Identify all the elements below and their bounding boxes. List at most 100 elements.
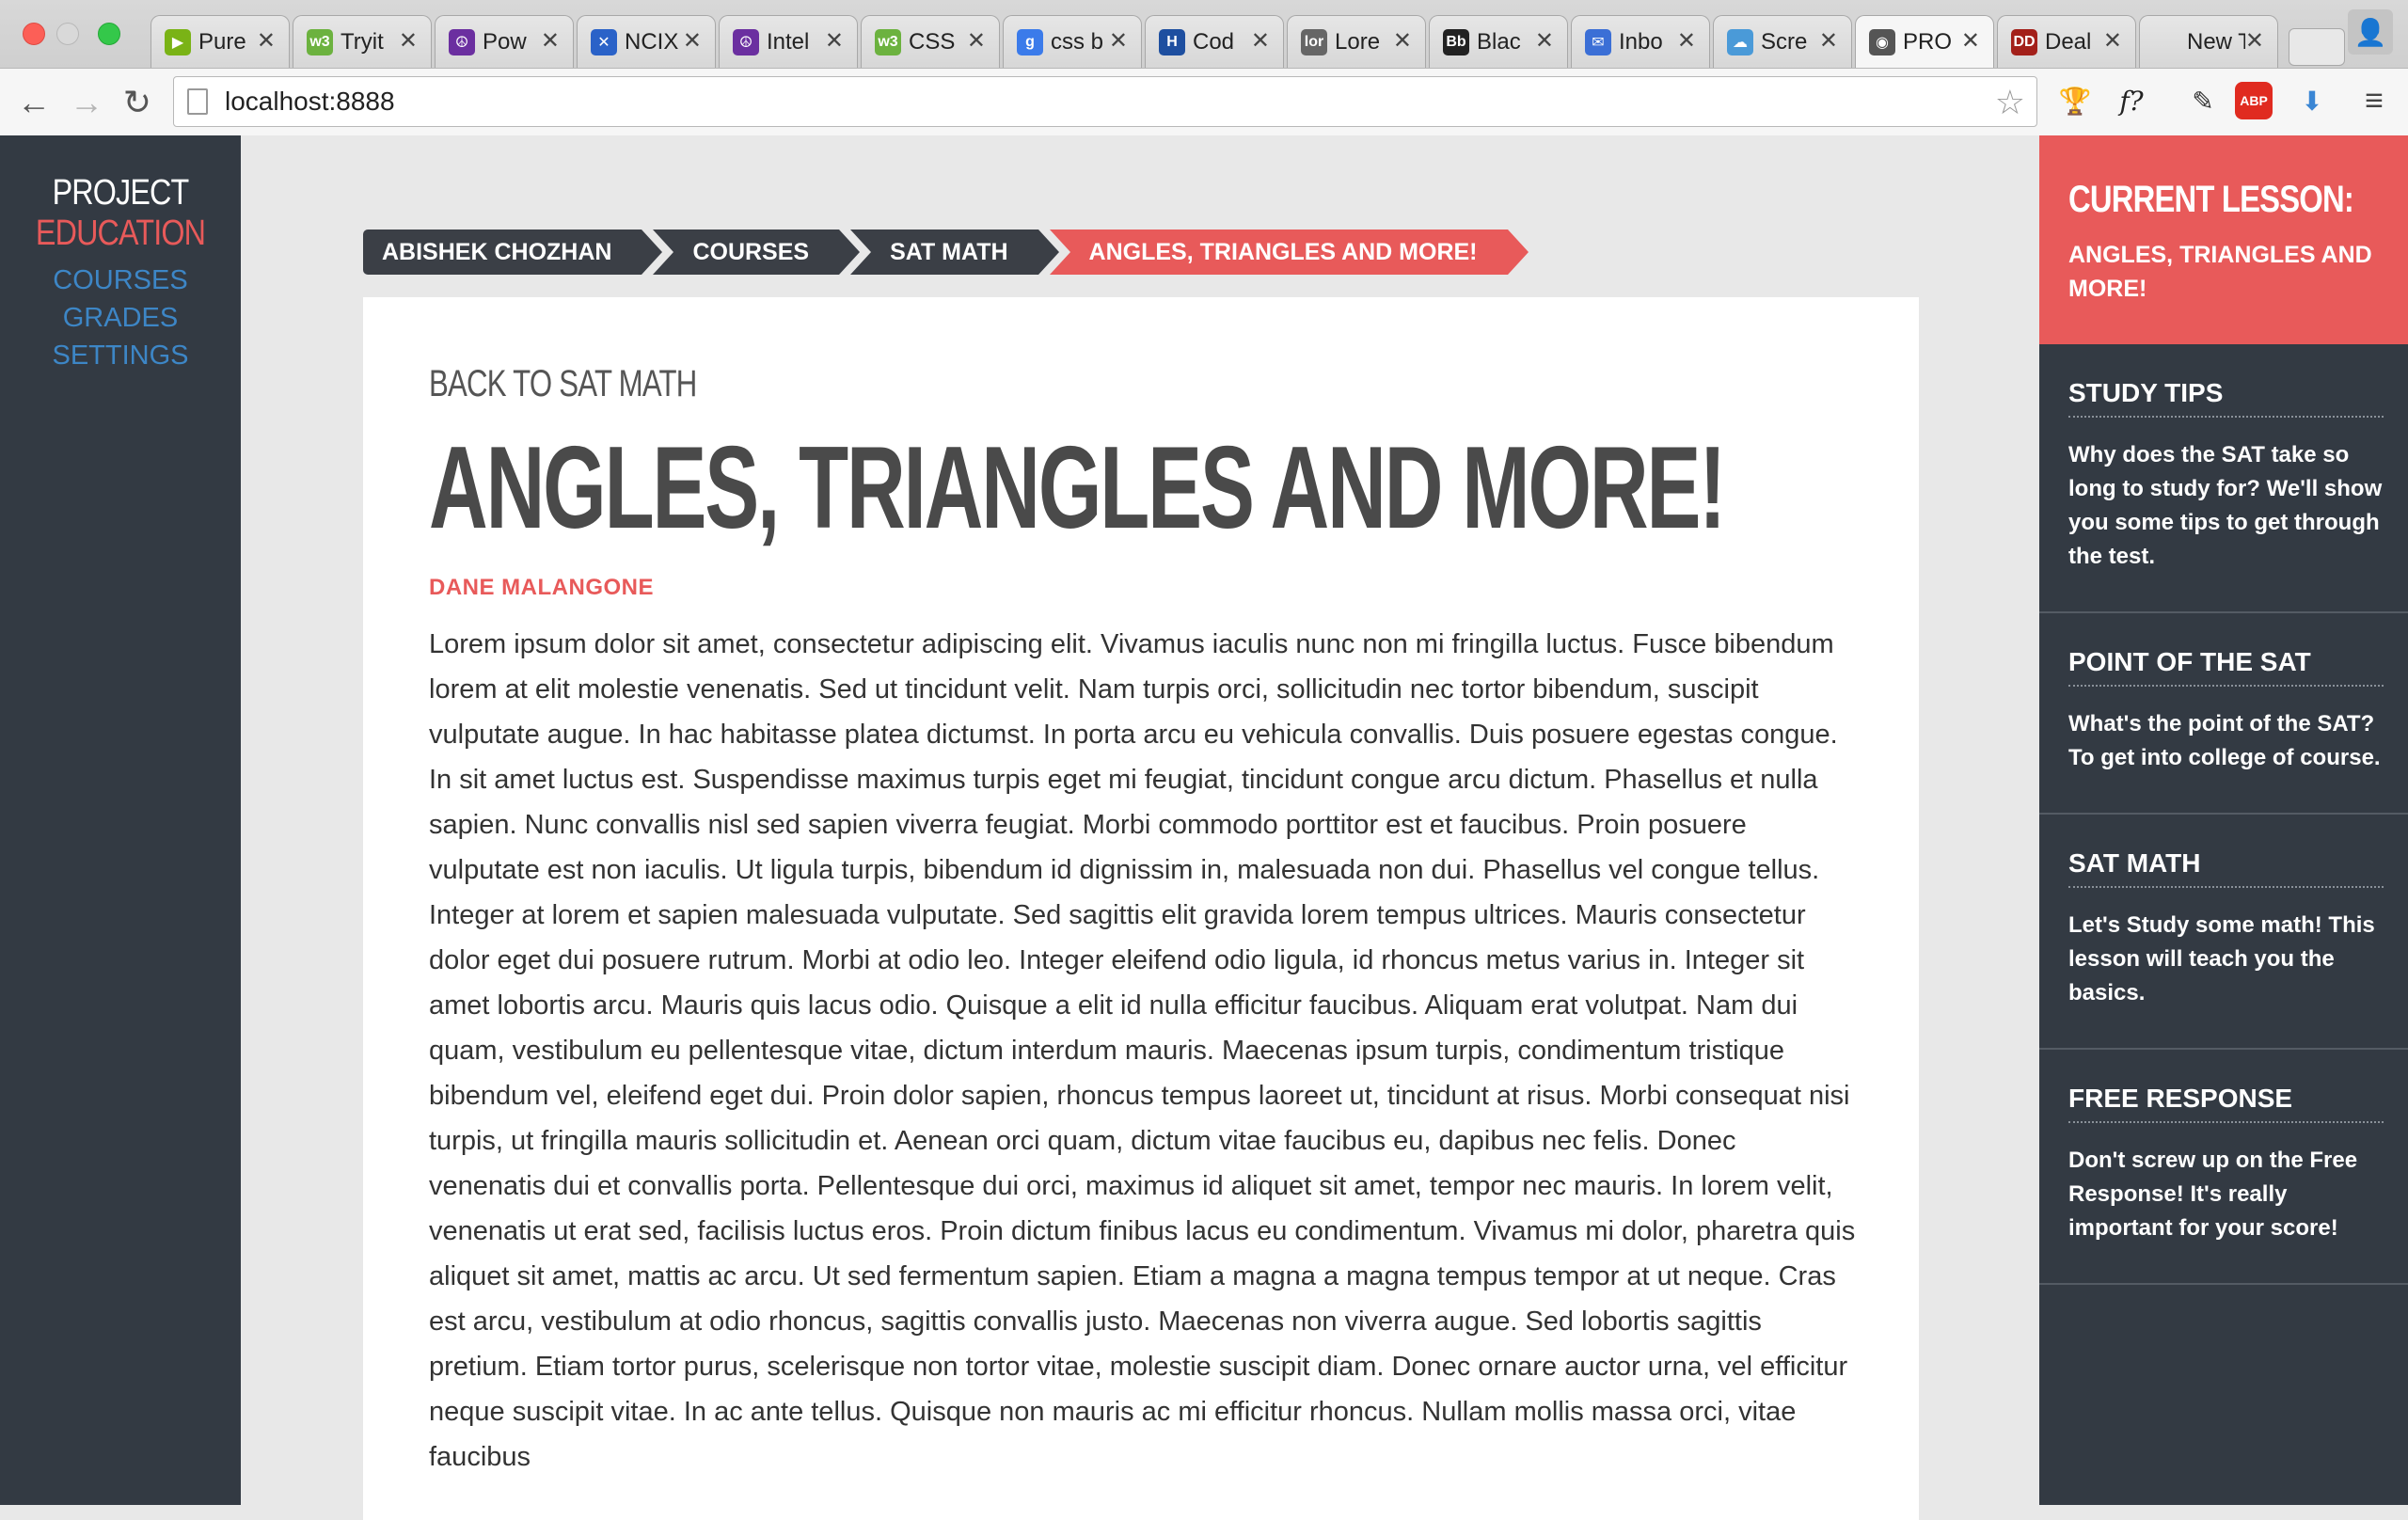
tab-title: Intel	[767, 28, 810, 55]
tab-title: Tryit	[341, 28, 384, 55]
tab-favicon-icon: lor	[1301, 28, 1327, 55]
browser-tab[interactable]: ☮ Pow ✕	[435, 15, 574, 68]
tab-title: Inbo	[1619, 28, 1663, 55]
browser-tab[interactable]: ▶ Pure ✕	[150, 15, 290, 68]
tab-close-icon[interactable]: ✕	[2245, 27, 2264, 55]
eyedropper-extension-icon[interactable]: ✎	[2182, 80, 2224, 121]
adblock-extension-icon[interactable]: ABP	[2233, 80, 2274, 121]
tab-favicon-icon: ▶	[165, 28, 191, 55]
breadcrumb-courses[interactable]: COURSES	[653, 230, 860, 275]
tab-favicon-icon: ☮	[449, 28, 475, 55]
sidebar-item-desc: What's the point of the SAT? To get into…	[2068, 711, 2381, 770]
tab-title: Pow	[483, 28, 527, 55]
browser-tab[interactable]: g css b ✕	[1003, 15, 1142, 68]
browser-tab[interactable]: ☮ Intel ✕	[719, 15, 858, 68]
profile-icon[interactable]: 👤	[2348, 9, 2393, 55]
breadcrumb: ABISHEK CHOZHAN COURSES SAT MATH ANGLES,…	[363, 230, 1529, 275]
lesson-sidebar: CURRENT LESSON: ANGLES, TRIANGLES AND MO…	[2039, 135, 2408, 1505]
tab-close-icon[interactable]: ✕	[1961, 27, 1980, 55]
sidebar-item-desc: Don't screw up on the Free Response! It'…	[2068, 1148, 2358, 1241]
sidebar-item-desc: Let's Study some math! This lesson will …	[2068, 912, 2375, 1005]
logo-project: PROJECT	[52, 173, 190, 213]
font-extension-icon[interactable]: f?	[2111, 80, 2152, 121]
back-to-sat-math-link[interactable]: BACK TO SAT MATH	[429, 363, 1540, 405]
tab-close-icon[interactable]: ✕	[541, 27, 560, 55]
tab-title: CSS	[909, 28, 956, 55]
tab-close-icon[interactable]: ✕	[967, 27, 986, 55]
tab-close-icon[interactable]: ✕	[825, 27, 844, 55]
tab-favicon-icon: Bb	[1443, 28, 1469, 55]
browser-tab[interactable]: lor Lore ✕	[1287, 15, 1426, 68]
tab-title: Blac	[1477, 28, 1521, 55]
tab-close-icon[interactable]: ✕	[257, 27, 276, 55]
browser-tab[interactable]: DD Deal ✕	[1997, 15, 2136, 68]
minimize-window-button[interactable]	[56, 23, 79, 45]
tab-favicon-icon: ☁	[1727, 28, 1753, 55]
address-bar[interactable]: localhost:8888 ☆	[173, 76, 2037, 127]
main-content: ABISHEK CHOZHAN COURSES SAT MATH ANGLES,…	[241, 135, 2039, 1520]
sidebar-item-title: POINT OF THE SAT	[2068, 647, 2384, 687]
tab-favicon-icon: ✕	[591, 28, 617, 55]
back-arrow-icon[interactable]: ←	[13, 82, 55, 123]
new-tab-button[interactable]	[2289, 28, 2345, 66]
screenshot-extension-icon[interactable]: ⬇	[2291, 80, 2333, 121]
browser-toolbar: ← → ↻ localhost:8888 ☆ 🏆 f? ✎ ABP ⬇ ≡	[0, 68, 2408, 135]
browser-tab[interactable]: H Cod ✕	[1145, 15, 1284, 68]
nav-link-courses[interactable]: COURSES	[0, 261, 241, 299]
tab-favicon-icon	[2153, 29, 2179, 55]
sidebar-item-point-of-sat[interactable]: POINT OF THE SAT What's the point of the…	[2039, 613, 2408, 815]
breadcrumb-user[interactable]: ABISHEK CHOZHAN	[363, 230, 663, 275]
menu-icon[interactable]: ≡	[2353, 80, 2395, 121]
browser-chrome: ▶ Pure ✕ w3 Tryit ✕ ☮ Pow ✕ ✕ NCIX ✕ ☮ Intel ✕ w3 CSS ✕ g c…	[0, 0, 2408, 135]
tab-favicon-icon: ◉	[1869, 28, 1895, 55]
breadcrumb-current-lesson: ANGLES, TRIANGLES AND MORE!	[1049, 230, 1529, 275]
sidebar-item-sat-math[interactable]: SAT MATH Let's Study some math! This les…	[2039, 815, 2408, 1050]
browser-tab[interactable]: New Ta✕	[2139, 15, 2278, 68]
sidebar-item-title: SAT MATH	[2068, 848, 2384, 888]
lesson-title: ANGLES, TRIANGLES AND MORE!	[429, 423, 1726, 553]
zoom-window-button[interactable]	[98, 23, 120, 45]
sidebar-item-free-response[interactable]: FREE RESPONSE Don't screw up on the Free…	[2039, 1050, 2408, 1285]
tab-favicon-icon: w3	[875, 28, 901, 55]
browser-tab[interactable]: ✉ Inbo ✕	[1571, 15, 1710, 68]
tab-title: Scre	[1761, 28, 1808, 55]
forward-arrow-icon[interactable]: →	[66, 82, 107, 123]
tab-strip: ▶ Pure ✕ w3 Tryit ✕ ☮ Pow ✕ ✕ NCIX ✕ ☮ Intel ✕ w3 CSS ✕ g c…	[0, 0, 2408, 68]
browser-tab[interactable]: ☁ Scre ✕	[1713, 15, 1852, 68]
browser-tab[interactable]: ✕ NCIX ✕	[577, 15, 716, 68]
tab-title: PRO	[1903, 28, 1953, 55]
tab-favicon-icon: H	[1159, 28, 1185, 55]
bookmark-star-icon[interactable]: ☆	[1995, 83, 2025, 122]
tab-close-icon[interactable]: ✕	[683, 27, 702, 55]
tab-close-icon[interactable]: ✕	[1393, 27, 1412, 55]
browser-tab[interactable]: w3 CSS ✕	[861, 15, 1000, 68]
tab-close-icon[interactable]: ✕	[1109, 27, 1128, 55]
sidebar-item-title: FREE RESPONSE	[2068, 1084, 2384, 1123]
logo-education: EDUCATION	[35, 214, 206, 253]
tab-close-icon[interactable]: ✕	[1535, 27, 1554, 55]
browser-tab[interactable]: ◉ PRO ✕	[1855, 15, 1994, 68]
tab-title: Pure	[198, 28, 246, 55]
nav-link-grades[interactable]: GRADES	[0, 299, 241, 337]
tab-favicon-icon: w3	[307, 28, 333, 55]
lesson-card: BACK TO SAT MATH ANGLES, TRIANGLES AND M…	[363, 297, 1919, 1520]
tab-close-icon[interactable]: ✕	[2103, 27, 2122, 55]
breadcrumb-sat-math[interactable]: SAT MATH	[850, 230, 1060, 275]
tab-close-icon[interactable]: ✕	[399, 27, 418, 55]
tab-close-icon[interactable]: ✕	[1677, 27, 1696, 55]
trophy-extension-icon[interactable]: 🏆	[2054, 80, 2096, 121]
tab-close-icon[interactable]: ✕	[1819, 27, 1838, 55]
left-navigation: PROJECT EDUCATION COURSES GRADES SETTING…	[0, 135, 241, 1505]
reload-icon[interactable]: ↻	[117, 82, 158, 123]
sidebar-item-study-tips[interactable]: STUDY TIPS Why does the SAT take so long…	[2039, 344, 2408, 613]
browser-tab[interactable]: w3 Tryit ✕	[293, 15, 432, 68]
sidebar-item-title: STUDY TIPS	[2068, 378, 2384, 418]
browser-tab[interactable]: Bb Blac ✕	[1429, 15, 1568, 68]
tab-title: NCIX	[625, 28, 679, 55]
tab-title: New Ta	[2187, 28, 2245, 55]
tab-title: Cod	[1193, 28, 1235, 55]
nav-link-settings[interactable]: SETTINGS	[0, 337, 241, 374]
tab-list: ▶ Pure ✕ w3 Tryit ✕ ☮ Pow ✕ ✕ NCIX ✕ ☮ Intel ✕ w3 CSS ✕ g c…	[150, 15, 2345, 68]
tab-close-icon[interactable]: ✕	[1251, 27, 1270, 55]
close-window-button[interactable]	[23, 23, 45, 45]
